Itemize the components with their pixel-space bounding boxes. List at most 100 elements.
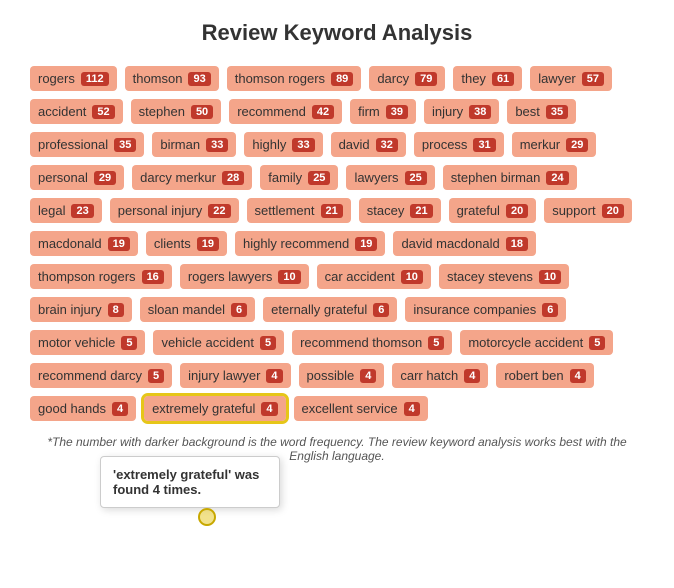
keyword-tag[interactable]: carr hatch4 xyxy=(392,363,488,388)
keyword-tag[interactable]: motorcycle accident5 xyxy=(460,330,613,355)
keyword-tag[interactable]: extremely grateful 4 xyxy=(144,396,285,421)
keyword-label: clients xyxy=(154,236,191,251)
keyword-label: stephen xyxy=(139,104,185,119)
keyword-tag[interactable]: good hands4 xyxy=(30,396,136,421)
keyword-tag[interactable]: rogers lawyers10 xyxy=(180,264,309,289)
keyword-tag[interactable]: stacey stevens10 xyxy=(439,264,569,289)
keyword-tag[interactable]: recommend thomson5 xyxy=(292,330,452,355)
keyword-count: 112 xyxy=(81,72,109,86)
keyword-tag[interactable]: darcy merkur28 xyxy=(132,165,252,190)
keyword-tag[interactable]: robert ben 4 xyxy=(496,363,593,388)
keyword-label: stacey stevens xyxy=(447,269,533,284)
keyword-label: injury lawyer xyxy=(188,368,260,383)
keyword-tag[interactable]: sloan mandel6 xyxy=(140,297,255,322)
keyword-tag[interactable]: stephen birman 24 xyxy=(443,165,577,190)
keyword-label: extremely grateful xyxy=(152,401,255,416)
keyword-count: 20 xyxy=(506,204,528,218)
keyword-tag[interactable]: david macdonald18 xyxy=(393,231,536,256)
keyword-count: 38 xyxy=(469,105,491,119)
keyword-tag[interactable]: birman33 xyxy=(152,132,236,157)
keyword-count: 35 xyxy=(114,138,136,152)
keyword-label: brain injury xyxy=(38,302,102,317)
keyword-tag[interactable]: professional35 xyxy=(30,132,144,157)
keyword-count: 19 xyxy=(355,237,377,251)
keyword-label: david xyxy=(339,137,370,152)
keyword-tag[interactable]: personal injury22 xyxy=(110,198,239,223)
keyword-tag[interactable]: grateful20 xyxy=(449,198,537,223)
keyword-tag[interactable]: they61 xyxy=(453,66,522,91)
keyword-tag[interactable]: legal 23 xyxy=(30,198,102,223)
keyword-count: 4 xyxy=(570,369,586,383)
keyword-tag[interactable]: motor vehicle5 xyxy=(30,330,145,355)
keyword-label: legal xyxy=(38,203,65,218)
keyword-count: 6 xyxy=(542,303,558,317)
keyword-tag[interactable]: possible4 xyxy=(299,363,385,388)
keyword-tag[interactable]: recommend darcy5 xyxy=(30,363,172,388)
keyword-tag[interactable]: merkur29 xyxy=(512,132,597,157)
keyword-label: settlement xyxy=(255,203,315,218)
keyword-count: 25 xyxy=(308,171,330,185)
keyword-count: 20 xyxy=(602,204,624,218)
keyword-count: 24 xyxy=(546,171,568,185)
keyword-tag[interactable]: injury38 xyxy=(424,99,499,124)
keyword-tag[interactable]: firm39 xyxy=(350,99,416,124)
keyword-tag[interactable]: lawyer57 xyxy=(530,66,612,91)
keyword-label: best xyxy=(515,104,540,119)
keyword-tag[interactable]: process31 xyxy=(414,132,504,157)
keyword-count: 4 xyxy=(261,402,277,416)
keyword-tag[interactable]: thomson93 xyxy=(125,66,219,91)
keyword-tag[interactable]: darcy79 xyxy=(369,66,445,91)
keyword-count: 35 xyxy=(546,105,568,119)
keyword-count: 5 xyxy=(589,336,605,350)
keyword-count: 10 xyxy=(278,270,300,284)
keyword-label: insurance companies xyxy=(413,302,536,317)
keyword-tag[interactable]: insurance companies 6 xyxy=(405,297,566,322)
keyword-label: motor vehicle xyxy=(38,335,115,350)
keyword-count: 57 xyxy=(582,72,604,86)
keyword-tag[interactable]: clients19 xyxy=(146,231,227,256)
keyword-tag[interactable]: injury lawyer4 xyxy=(180,363,290,388)
keyword-count: 23 xyxy=(71,204,93,218)
keyword-label: merkur xyxy=(520,137,560,152)
keyword-tag[interactable]: support20 xyxy=(544,198,632,223)
keyword-label: robert ben xyxy=(504,368,563,383)
keyword-tag[interactable]: excellent service4 xyxy=(294,396,428,421)
keyword-label: recommend xyxy=(237,104,306,119)
cursor-indicator xyxy=(198,508,216,526)
keyword-tag[interactable]: lawyers25 xyxy=(346,165,434,190)
keyword-count: 18 xyxy=(506,237,528,251)
keyword-count: 29 xyxy=(94,171,116,185)
keyword-tag[interactable]: stephen 50 xyxy=(131,99,222,124)
keyword-label: stephen birman xyxy=(451,170,541,185)
keyword-count: 25 xyxy=(405,171,427,185)
keyword-label: accident xyxy=(38,104,86,119)
keyword-tag[interactable]: best 35 xyxy=(507,99,576,124)
keyword-tag[interactable]: family 25 xyxy=(260,165,338,190)
keyword-tag[interactable]: personal29 xyxy=(30,165,124,190)
keyword-tag[interactable]: eternally grateful6 xyxy=(263,297,397,322)
keyword-tag[interactable]: david32 xyxy=(331,132,406,157)
keywords-container: rogers112 thomson93 thomson rogers89 darcy7… xyxy=(20,66,654,421)
keyword-tag[interactable]: vehicle accident5 xyxy=(153,330,284,355)
keyword-label: family xyxy=(268,170,302,185)
keyword-tag[interactable]: settlement21 xyxy=(247,198,351,223)
keyword-tag[interactable]: rogers112 xyxy=(30,66,117,91)
keyword-tag[interactable]: highly recommend19 xyxy=(235,231,385,256)
keyword-tag[interactable]: highly33 xyxy=(244,132,322,157)
keyword-tag[interactable]: thomson rogers89 xyxy=(227,66,362,91)
keyword-count: 4 xyxy=(464,369,480,383)
keyword-count: 28 xyxy=(222,171,244,185)
keyword-tag[interactable]: recommend42 xyxy=(229,99,342,124)
keyword-tag[interactable]: car accident10 xyxy=(317,264,431,289)
keyword-count: 50 xyxy=(191,105,213,119)
keyword-tag[interactable]: accident52 xyxy=(30,99,123,124)
keyword-tag[interactable]: macdonald19 xyxy=(30,231,138,256)
keyword-count: 4 xyxy=(112,402,128,416)
keyword-label: recommend thomson xyxy=(300,335,422,350)
keyword-tag[interactable]: stacey21 xyxy=(359,198,441,223)
keyword-tag[interactable]: thompson rogers16 xyxy=(30,264,172,289)
keyword-count: 61 xyxy=(492,72,514,86)
keyword-tag[interactable]: brain injury8 xyxy=(30,297,132,322)
keyword-count: 79 xyxy=(415,72,437,86)
keyword-count: 39 xyxy=(386,105,408,119)
